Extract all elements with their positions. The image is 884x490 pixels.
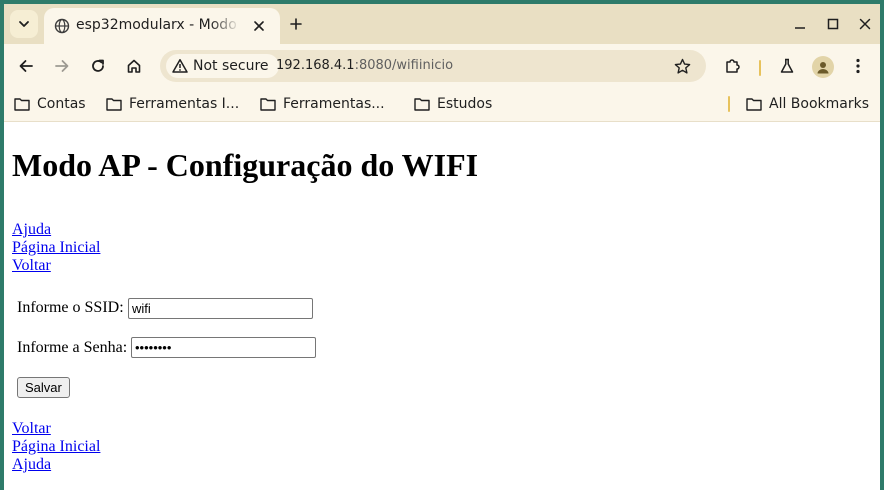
- link-voltar-bottom[interactable]: Voltar: [12, 420, 51, 438]
- bookmark-label: Contas: [37, 96, 86, 112]
- labs-button[interactable]: [774, 53, 800, 79]
- warning-triangle-icon: [172, 58, 188, 74]
- star-icon: [674, 58, 691, 75]
- home-icon: [126, 58, 142, 74]
- more-vertical-icon: [855, 58, 861, 74]
- menu-button[interactable]: [845, 53, 871, 79]
- home-button[interactable]: [121, 53, 147, 79]
- tab-search-button[interactable]: [10, 10, 38, 38]
- folder-icon: [746, 97, 762, 111]
- reload-button[interactable]: [85, 53, 111, 79]
- password-input[interactable]: [131, 337, 316, 358]
- bookmark-label: Estudos: [437, 96, 493, 112]
- forward-button[interactable]: [49, 53, 75, 79]
- bookmark-folder[interactable]: Ferramentas I...: [106, 94, 239, 114]
- folder-icon: [106, 97, 122, 111]
- minimize-button[interactable]: [788, 12, 812, 36]
- ssid-label: Informe o SSID:: [17, 299, 124, 316]
- all-bookmarks-label: All Bookmarks: [769, 96, 870, 112]
- folder-icon: [414, 97, 430, 111]
- bookmark-label: Ferramentas...: [283, 96, 385, 112]
- reload-icon: [90, 58, 106, 74]
- bookmark-star-button[interactable]: [672, 56, 692, 76]
- close-icon: [859, 18, 871, 30]
- address-bar[interactable]: Not secure 192.168.4.1:8080/wifiinicio: [160, 50, 706, 82]
- tab-strip: esp32modularx - Modo AP - Configuração d…: [4, 4, 880, 44]
- ssid-input[interactable]: [128, 298, 313, 319]
- all-bookmarks-folder[interactable]: All Bookmarks: [746, 94, 869, 114]
- bookmark-folder[interactable]: Estudos: [414, 94, 492, 114]
- security-label: Not secure: [193, 58, 269, 74]
- back-button[interactable]: [13, 53, 39, 79]
- security-chip[interactable]: Not secure: [166, 54, 279, 78]
- bookmark-folder[interactable]: Ferramentas...: [260, 94, 385, 114]
- puzzle-icon: [724, 57, 742, 75]
- link-voltar[interactable]: Voltar: [12, 257, 51, 275]
- extensions-button[interactable]: [720, 53, 746, 79]
- link-pagina-inicial-bottom[interactable]: Página Inicial: [12, 438, 100, 456]
- bookmark-folder[interactable]: Contas: [14, 94, 86, 114]
- page-title: Modo AP - Configuração do WIFI: [12, 147, 479, 183]
- arrow-left-icon: [18, 58, 34, 74]
- link-ajuda[interactable]: Ajuda: [12, 221, 51, 239]
- globe-icon: [54, 18, 70, 34]
- tab-active[interactable]: esp32modularx - Modo AP - Configuração d…: [44, 8, 280, 44]
- plus-icon: [290, 18, 302, 30]
- maximize-icon: [827, 18, 839, 30]
- password-label: Informe a Senha:: [17, 339, 128, 356]
- person-icon: [816, 60, 830, 74]
- bookmarks-bar: Contas Ferramentas I... Ferramentas... E…: [4, 86, 880, 122]
- page-content: Modo AP - Configuração do WIFI Ajuda Pág…: [4, 122, 880, 490]
- chevron-down-icon: [18, 18, 30, 30]
- url-host: 192.168.4.1: [276, 58, 355, 73]
- arrow-right-icon: [54, 58, 70, 74]
- url-text[interactable]: 192.168.4.1:8080/wifiinicio: [276, 58, 453, 73]
- folder-icon: [260, 97, 276, 111]
- browser-window: esp32modularx - Modo AP - Configuração d…: [4, 4, 880, 490]
- profile-avatar[interactable]: [812, 56, 834, 78]
- toolbar-separator: [759, 60, 761, 76]
- maximize-button[interactable]: [821, 12, 845, 36]
- bookmark-label: Ferramentas I...: [129, 96, 240, 112]
- minimize-icon: [794, 18, 806, 30]
- flask-icon: [779, 58, 795, 74]
- browser-toolbar: Not secure 192.168.4.1:8080/wifiinicio: [4, 44, 880, 86]
- link-pagina-inicial[interactable]: Página Inicial: [12, 239, 100, 257]
- close-tab-icon[interactable]: [250, 17, 268, 35]
- bookmarks-separator: [728, 96, 730, 112]
- close-window-button[interactable]: [853, 12, 877, 36]
- folder-icon: [14, 97, 30, 111]
- tab-title: esp32modularx - Modo AP - Configuração d…: [76, 17, 240, 33]
- new-tab-button[interactable]: [284, 12, 308, 36]
- url-path: :8080/wifiinicio: [354, 58, 454, 73]
- link-ajuda-bottom[interactable]: Ajuda: [12, 456, 51, 474]
- save-button[interactable]: Salvar: [17, 377, 70, 398]
